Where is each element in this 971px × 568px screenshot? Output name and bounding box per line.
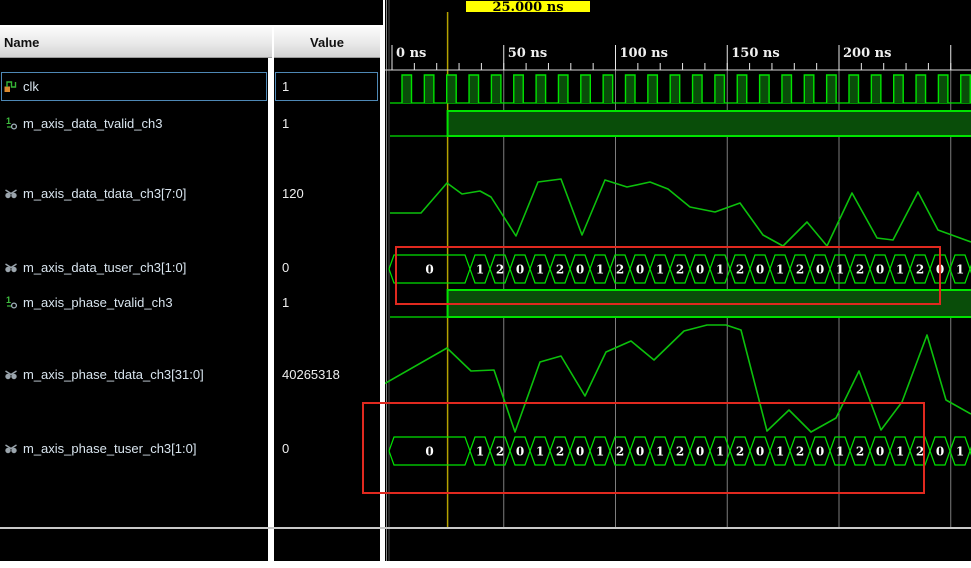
- waveform-viewer-window: Name Value clk 1 1 m_axis_data_tvalid_ch3 1 m…: [0, 0, 971, 568]
- signal-value-m_axis_data_tdata_ch3[7:0][interactable]: 120: [282, 183, 377, 203]
- signal-name-label: m_axis_phase_tuser_ch3[1:0]: [23, 440, 197, 456]
- selected-row-name-cell: [1, 72, 267, 101]
- signal-value-m_axis_phase_tvalid_ch3[interactable]: 1: [282, 292, 377, 312]
- bus-icon: [4, 367, 18, 381]
- svg-text:1: 1: [6, 295, 11, 305]
- bit-icon: 1: [4, 295, 18, 309]
- svg-text:1: 1: [6, 116, 11, 126]
- bus-icon: [4, 441, 18, 455]
- name-column-header[interactable]: Name: [0, 27, 272, 58]
- toolbar-strip: [0, 0, 383, 25]
- signal-row-m_axis_phase_tuser_ch3[1:0][interactable]: m_axis_phase_tuser_ch3[1:0]: [4, 438, 266, 458]
- bus-icon: [4, 260, 18, 274]
- signal-value-m_axis_data_tuser_ch3[1:0][interactable]: 0: [282, 257, 377, 277]
- bottom-divider: [0, 527, 971, 529]
- signal-name-label: m_axis_data_tdata_ch3[7:0]: [23, 185, 187, 201]
- name-header-label: Name: [4, 34, 40, 50]
- bit-icon: 1: [4, 116, 18, 130]
- signal-row-m_axis_data_tuser_ch3[1:0][interactable]: m_axis_data_tuser_ch3[1:0]: [4, 257, 266, 277]
- annotation-box-1: [395, 246, 941, 305]
- signal-value-m_axis_phase_tdata_ch3[31:0][interactable]: 40265318: [282, 364, 377, 384]
- value-column-header[interactable]: Value: [274, 27, 380, 58]
- signal-name-label: m_axis_data_tvalid_ch3: [23, 115, 163, 131]
- signal-name-label: m_axis_phase_tvalid_ch3: [23, 294, 173, 310]
- signal-row-m_axis_data_tdata_ch3[7:0][interactable]: m_axis_data_tdata_ch3[7:0]: [4, 183, 266, 203]
- signal-row-m_axis_phase_tdata_ch3[31:0][interactable]: m_axis_phase_tdata_ch3[31:0]: [4, 364, 266, 384]
- signal-row-m_axis_data_tvalid_ch3[interactable]: 1 m_axis_data_tvalid_ch3: [4, 113, 266, 133]
- selected-row-value-cell: [275, 72, 378, 101]
- annotation-box-2: [362, 402, 925, 494]
- signal-row-m_axis_phase_tvalid_ch3[interactable]: 1 m_axis_phase_tvalid_ch3: [4, 292, 266, 312]
- value-header-label: Value: [310, 34, 344, 50]
- signal-name-label: m_axis_phase_tdata_ch3[31:0]: [23, 366, 204, 382]
- bus-icon: [4, 186, 18, 200]
- signal-name-label: m_axis_data_tuser_ch3[1:0]: [23, 259, 187, 275]
- signal-value-m_axis_data_tvalid_ch3[interactable]: 1: [282, 113, 377, 133]
